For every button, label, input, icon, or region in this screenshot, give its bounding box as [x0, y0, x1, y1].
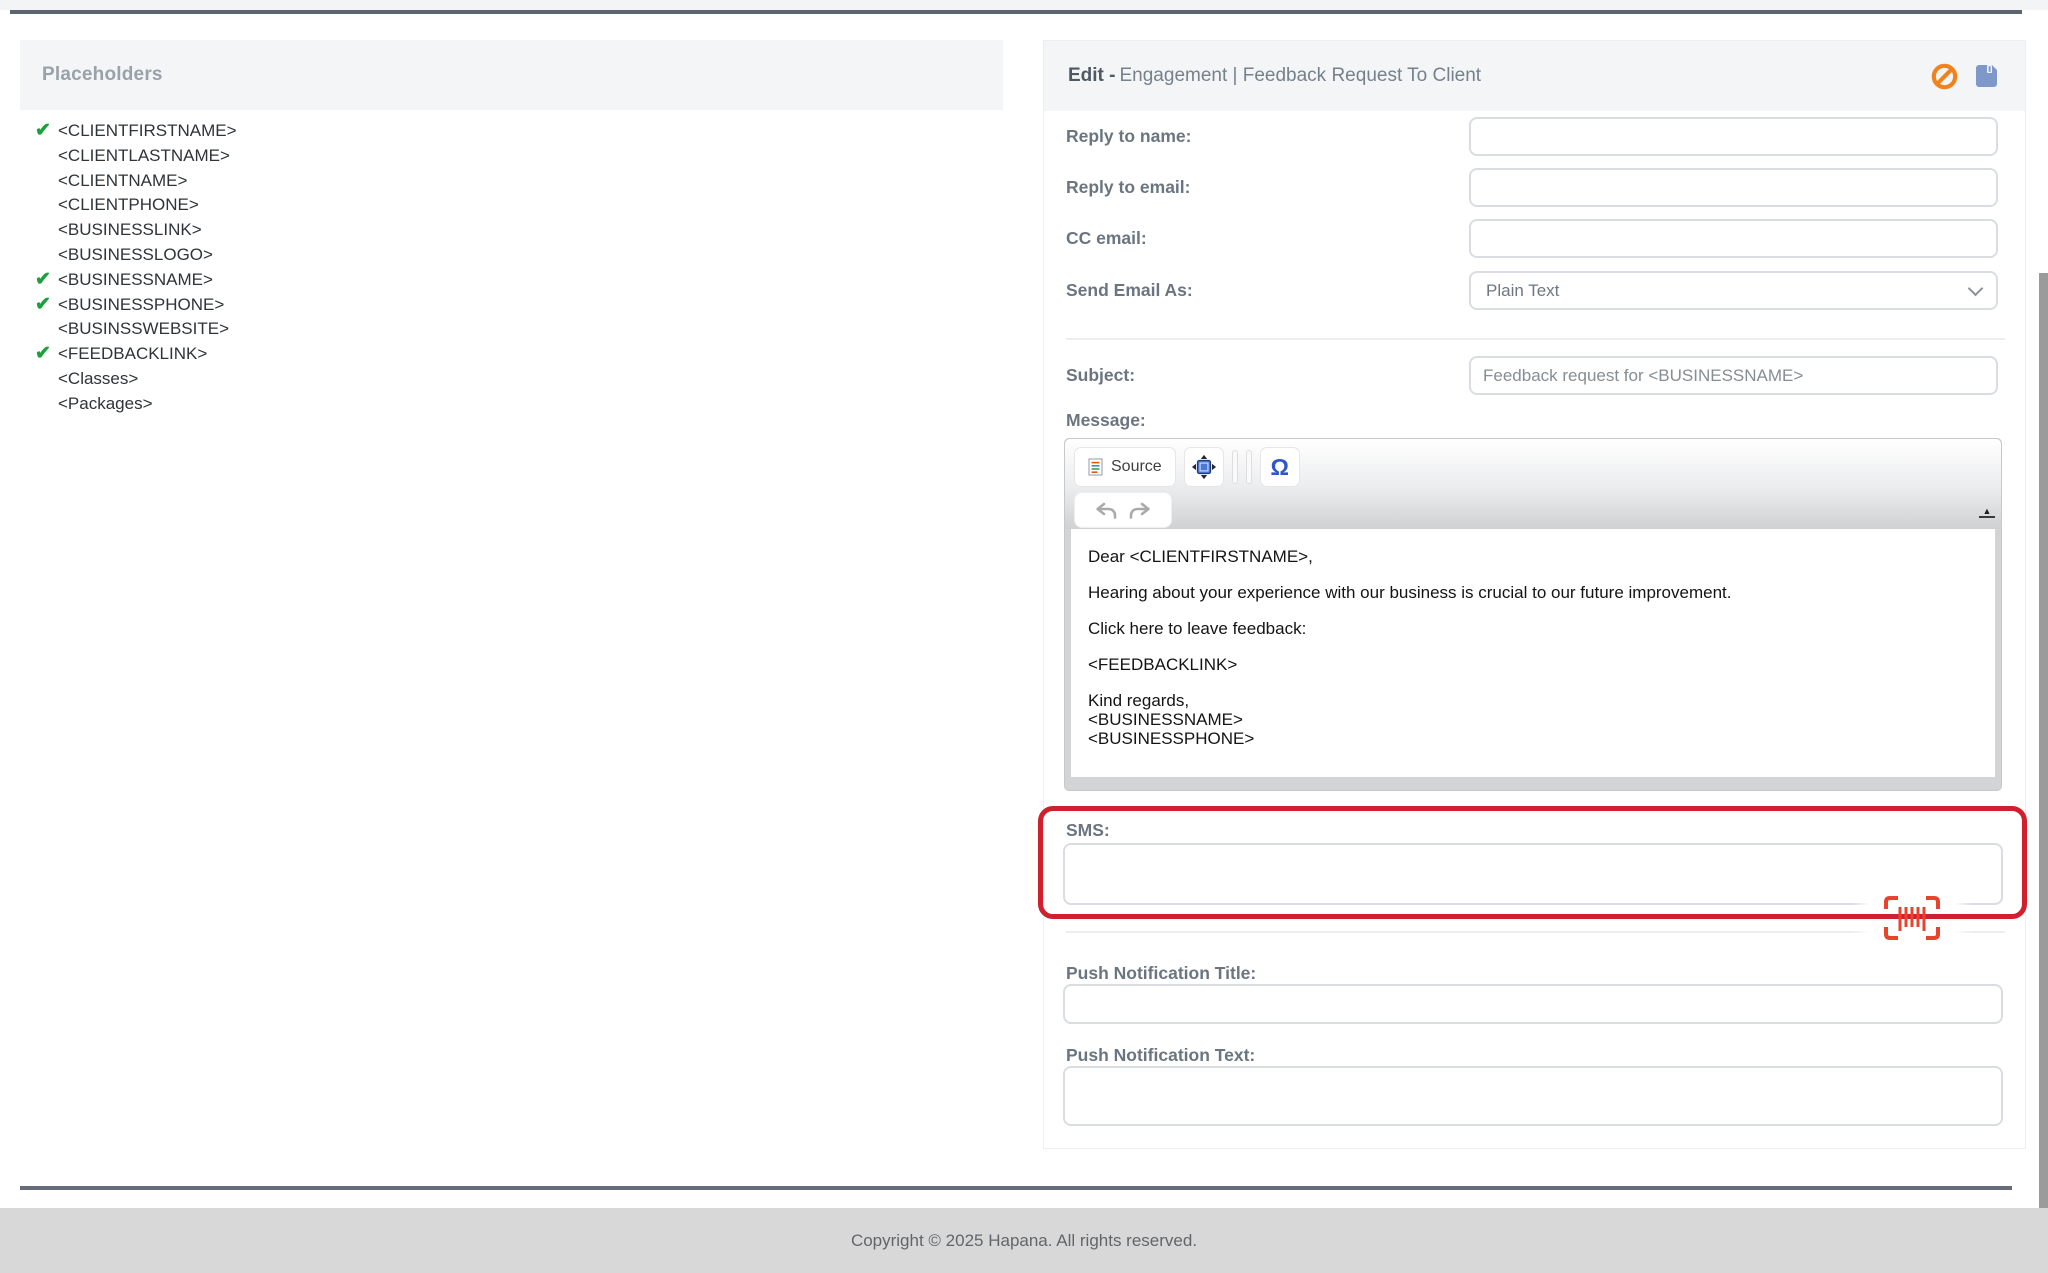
placeholder-item[interactable]: <Packages> [20, 392, 1003, 417]
cancel-button[interactable] [1931, 63, 1958, 90]
placeholder-label: <CLIENTFIRSTNAME> [58, 121, 237, 140]
push-text-label: Push Notification Text: [1066, 1044, 1255, 1066]
message-label: Message: [1066, 409, 1146, 431]
footer: Copyright © 2025 Hapana. All rights rese… [0, 1208, 2048, 1273]
push-text-input[interactable] [1063, 1066, 2003, 1126]
placeholder-label: <BUSINSSWEBSITE> [58, 319, 229, 338]
placeholders-title: Placeholders [42, 64, 163, 86]
check-icon: ✔ [35, 293, 51, 318]
cc-email-label: CC email: [1066, 219, 1147, 258]
sms-label: SMS: [1066, 819, 1110, 841]
message-editor-body[interactable]: Dear <CLIENTFIRSTNAME>, Hearing about yo… [1071, 529, 1995, 777]
undo-button[interactable] [1095, 502, 1117, 519]
source-document-icon [1088, 458, 1103, 476]
placeholder-item[interactable]: <Classes> [20, 367, 1003, 392]
source-button-label: Source [1111, 458, 1162, 476]
signoff-line: Kind regards, [1088, 691, 1189, 710]
page: Placeholders ✔ <CLIENTFIRSTNAME> <CLIENTL… [0, 0, 2048, 1273]
edit-panel: Edit -Engagement | Feedback Request To C… [1043, 40, 2026, 1149]
omega-icon: Ω [1270, 456, 1288, 479]
placeholder-label: <BUSINESSLOGO> [58, 245, 213, 264]
redo-icon [1129, 502, 1151, 519]
placeholder-item[interactable]: ✔ <FEEDBACKLINK> [20, 342, 1003, 367]
placeholder-item[interactable]: <CLIENTNAME> [20, 169, 1003, 194]
placeholder-item[interactable]: <BUSINSSWEBSITE> [20, 317, 1003, 342]
placeholders-list: ✔ <CLIENTFIRSTNAME> <CLIENTLASTNAME> <CLI… [20, 119, 1003, 417]
placeholder-label: <BUSINESSNAME> [58, 270, 213, 289]
editor-toolbar: Source [1065, 439, 2001, 529]
edit-title-prefix: Edit - [1068, 65, 1116, 86]
section-divider [1066, 931, 2005, 933]
toolbar-separator [1246, 450, 1252, 484]
placeholder-item[interactable]: <BUSINESSLINK> [20, 218, 1003, 243]
message-editor: Source [1064, 438, 2002, 791]
source-button[interactable]: Source [1074, 447, 1176, 487]
section-divider [1066, 338, 2005, 340]
placeholder-label: <Classes> [58, 369, 138, 388]
reply-to-name-label: Reply to name: [1066, 117, 1191, 156]
special-character-button[interactable]: Ω [1260, 447, 1300, 487]
placeholder-item[interactable]: ✔ <BUSINESSNAME> [20, 268, 1003, 293]
maximize-button[interactable] [1184, 447, 1224, 487]
edit-title-rest: Engagement | Feedback Request To Client [1120, 65, 1482, 86]
header-actions [1931, 63, 1999, 90]
message-paragraph: Dear <CLIENTFIRSTNAME>, [1088, 547, 1978, 567]
maximize-icon [1191, 453, 1217, 481]
subject-input[interactable] [1469, 356, 1998, 395]
placeholder-item[interactable]: <CLIENTPHONE> [20, 193, 1003, 218]
placeholder-item[interactable]: <BUSINESSLOGO> [20, 243, 1003, 268]
placeholder-item[interactable]: ✔ <CLIENTFIRSTNAME> [20, 119, 1003, 144]
redo-button[interactable] [1129, 502, 1151, 519]
sms-input[interactable] [1063, 843, 2003, 905]
save-button[interactable] [1974, 64, 1999, 88]
reply-to-email-label: Reply to email: [1066, 168, 1190, 207]
reply-to-name-input[interactable] [1469, 117, 1998, 156]
placeholders-panel: Placeholders ✔ <CLIENTFIRSTNAME> <CLIENTL… [20, 40, 1003, 417]
top-strip [0, 0, 2048, 10]
placeholder-item[interactable]: ✔ <BUSINESSPHONE> [20, 293, 1003, 318]
check-icon: ✔ [35, 342, 51, 367]
edit-panel-title: Edit -Engagement | Feedback Request To C… [1068, 65, 1481, 87]
cc-email-input[interactable] [1469, 219, 1998, 258]
placeholder-label: <CLIENTPHONE> [58, 195, 199, 214]
placeholder-item[interactable]: <CLIENTLASTNAME> [20, 144, 1003, 169]
undo-icon [1095, 502, 1117, 519]
copyright-text: Copyright © 2025 Hapana. All rights rese… [851, 1231, 1197, 1251]
placeholder-label: <BUSINESSLINK> [58, 220, 202, 239]
collapse-arrow-icon: ▲ [1983, 506, 1992, 516]
scrollbar[interactable] [2039, 273, 2048, 1273]
message-signoff: Kind regards, <BUSINESSNAME> <BUSINESSPH… [1088, 691, 1978, 748]
footer-divider [20, 1186, 2012, 1190]
check-icon: ✔ [35, 268, 51, 293]
editor-toolbar-row2 [1074, 492, 1172, 528]
barcode-scan-icon [1883, 894, 1941, 942]
push-title-input[interactable] [1063, 984, 2003, 1024]
message-paragraph: Hearing about your experience with our b… [1088, 583, 1978, 603]
message-paragraph: Click here to leave feedback: [1088, 619, 1978, 639]
placeholder-label: <CLIENTNAME> [58, 171, 187, 190]
signoff-line: <BUSINESSNAME> [1088, 710, 1243, 729]
reply-to-email-input[interactable] [1469, 168, 1998, 207]
edit-panel-header: Edit -Engagement | Feedback Request To C… [1044, 41, 2025, 111]
signoff-line: <BUSINESSPHONE> [1088, 729, 1254, 748]
send-email-as-label: Send Email As: [1066, 271, 1193, 310]
push-title-label: Push Notification Title: [1066, 962, 1256, 984]
check-icon: ✔ [35, 119, 51, 144]
placeholder-label: <BUSINESSPHONE> [58, 295, 224, 314]
subject-label: Subject: [1066, 356, 1135, 395]
placeholder-label: <CLIENTLASTNAME> [58, 146, 230, 165]
placeholder-label: <FEEDBACKLINK> [58, 344, 207, 363]
send-email-as-value: Plain Text [1486, 281, 1559, 301]
placeholder-label: <Packages> [58, 394, 153, 413]
toolbar-separator [1232, 450, 1238, 484]
send-email-as-select[interactable]: Plain Text [1469, 271, 1998, 310]
editor-toolbar-row1: Source [1074, 447, 1300, 487]
collapse-toolbar-button[interactable]: ▲ [1979, 505, 1995, 518]
placeholders-header: Placeholders [20, 40, 1003, 110]
message-paragraph: <FEEDBACKLINK> [1088, 655, 1978, 675]
save-icon [1974, 64, 1999, 88]
cancel-icon [1931, 63, 1958, 90]
top-divider [10, 10, 2022, 14]
chevron-down-icon [1968, 280, 1984, 296]
